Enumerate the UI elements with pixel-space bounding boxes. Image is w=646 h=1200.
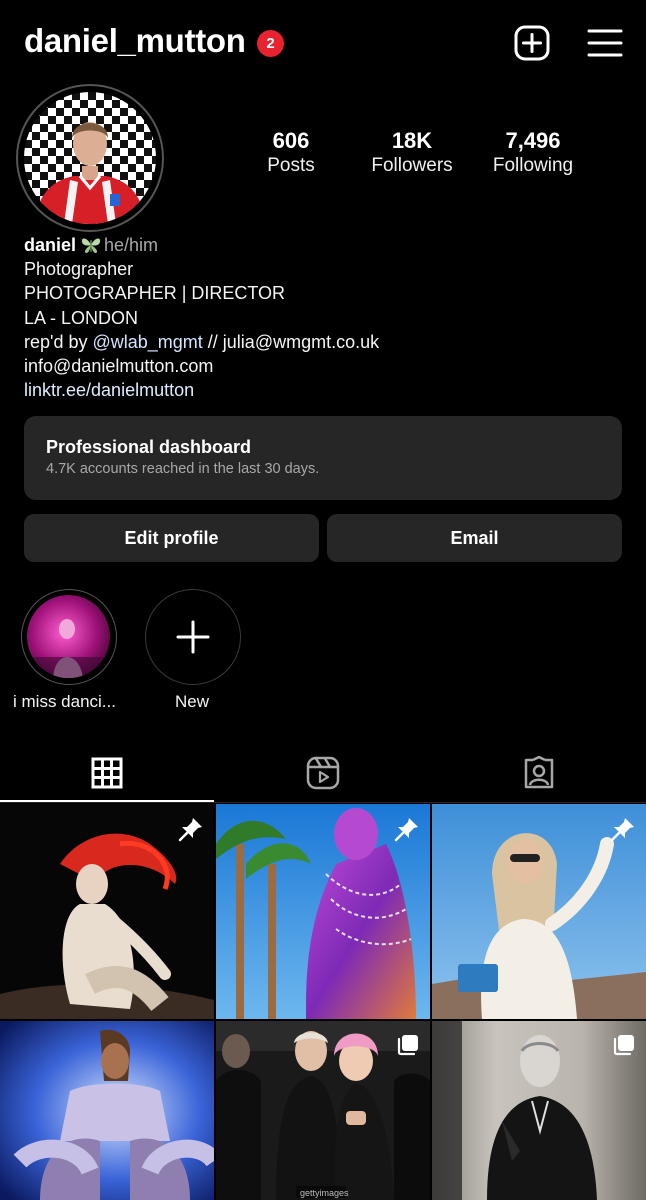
posts-stat[interactable]: 606 Posts	[231, 128, 351, 177]
profile-tabs	[0, 743, 646, 803]
mention-link[interactable]: @wlab_mgmt	[92, 332, 202, 352]
followers-stat[interactable]: 18K Followers	[352, 128, 472, 177]
bio-rep-prefix: rep'd by	[24, 331, 93, 352]
bio-rep-suffix: // julia@wmgmt.co.uk	[202, 331, 380, 352]
followers-count: 18K	[391, 128, 433, 153]
grid-icon	[91, 757, 123, 789]
display-name: daniel	[24, 235, 77, 255]
multiple-images-icon	[397, 1035, 418, 1056]
avatar[interactable]	[24, 92, 156, 224]
post-image	[0, 1021, 214, 1200]
posts-label: Posts	[267, 155, 315, 176]
top-bar: daniel_mutton 2	[0, 0, 646, 86]
tagged-icon	[524, 756, 553, 789]
highlight-item[interactable]	[20, 589, 118, 685]
new-highlight-ring	[145, 589, 241, 685]
posts-grid: gettyimages	[0, 804, 646, 1200]
category-label: Photographer	[24, 259, 134, 280]
highlight-ring	[21, 589, 117, 685]
bio-email: info@danielmutton.com	[24, 356, 214, 377]
pin-icon	[178, 818, 202, 842]
new-highlight-button[interactable]	[144, 589, 242, 685]
tab-divider	[0, 802, 646, 803]
pronouns: he/him	[104, 235, 159, 255]
reels-icon	[306, 756, 339, 790]
bio-line-1: PHOTOGRAPHER | DIRECTOR	[24, 283, 286, 304]
dashboard-subtitle: 4.7K accounts reached in the last 30 day…	[46, 461, 320, 477]
pin-icon	[610, 818, 634, 842]
new-highlight-label: New	[175, 692, 210, 711]
bio-line-2: LA - LONDON	[24, 307, 139, 328]
post-thumbnail[interactable]	[216, 804, 430, 1019]
highlight-thumbnail	[27, 595, 110, 678]
pin-icon	[394, 818, 418, 842]
followers-label: Followers	[371, 155, 453, 176]
tab-tagged[interactable]	[431, 743, 646, 803]
following-label: Following	[492, 155, 574, 176]
bio-line-3: rep'd by @wlab_mgmt // julia@wmgmt.co.uk	[24, 330, 624, 354]
profile-bio: daniel he/him Photographer PHOTOGRAPHER …	[24, 233, 624, 402]
highlight-label: i miss danci...	[13, 692, 116, 711]
post-thumbnail[interactable]: gettyimages	[216, 1021, 430, 1200]
post-thumbnail[interactable]	[0, 804, 214, 1019]
post-thumbnail[interactable]	[432, 1021, 646, 1200]
butterfly-icon	[80, 236, 102, 254]
plus-icon	[176, 620, 210, 654]
tab-posts-grid[interactable]	[0, 743, 214, 803]
following-count: 7,496	[505, 128, 561, 153]
getty-watermark: gettyimages	[300, 1188, 349, 1198]
bio-link[interactable]: linktr.ee/danielmutton	[24, 378, 624, 402]
notification-badge[interactable]: 2	[257, 30, 284, 57]
professional-dashboard-card[interactable]: Professional dashboard 4.7K accounts rea…	[24, 416, 622, 500]
email-button[interactable]: Email	[327, 514, 622, 562]
plus-square-icon[interactable]	[513, 24, 551, 62]
posts-count: 606	[272, 128, 310, 153]
post-thumbnail[interactable]	[432, 804, 646, 1019]
edit-profile-button[interactable]: Edit profile	[24, 514, 319, 562]
tab-reels[interactable]	[215, 743, 430, 803]
post-thumbnail[interactable]	[0, 1021, 214, 1200]
name-line: daniel he/him	[24, 233, 624, 257]
dashboard-title: Professional dashboard	[46, 437, 252, 457]
username-title[interactable]: daniel_mutton	[24, 22, 246, 60]
multiple-images-icon	[613, 1035, 634, 1056]
following-stat[interactable]: 7,496 Following	[473, 128, 593, 177]
hamburger-menu-icon[interactable]	[586, 24, 624, 62]
